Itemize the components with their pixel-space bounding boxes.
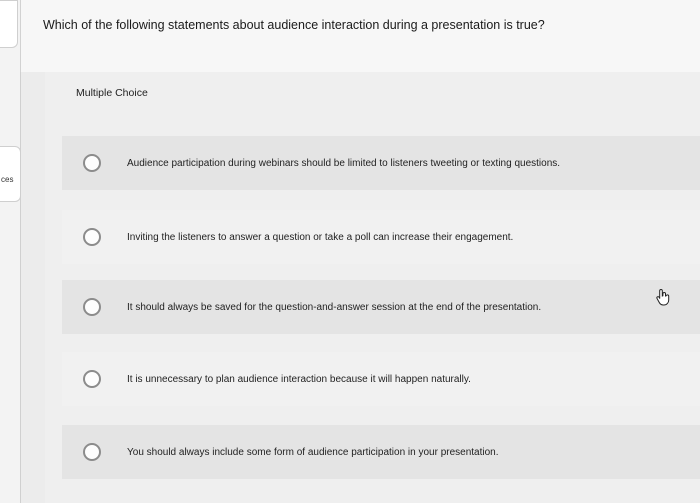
sidebar-tab-label: ces: [1, 175, 14, 184]
radio-unchecked-icon[interactable]: [83, 154, 101, 172]
answer-option-5[interactable]: You should always include some form of a…: [62, 425, 700, 479]
question-text: Which of the following statements about …: [43, 18, 545, 32]
answer-option-label: It is unnecessary to plan audience inter…: [127, 373, 471, 385]
radio-unchecked-icon[interactable]: [83, 298, 101, 316]
answer-option-label: Audience participation during webinars s…: [127, 157, 561, 169]
left-sidebar-strip: ces: [0, 0, 21, 503]
answer-option-label: Inviting the listeners to answer a quest…: [127, 231, 514, 243]
sidebar-tab-top[interactable]: [0, 0, 18, 48]
answer-option-1[interactable]: Audience participation during webinars s…: [62, 136, 700, 190]
answer-option-4[interactable]: It is unnecessary to plan audience inter…: [62, 352, 700, 406]
radio-unchecked-icon[interactable]: [83, 370, 101, 388]
answer-option-label: You should always include some form of a…: [127, 446, 499, 458]
question-panel: [20, 0, 700, 72]
radio-unchecked-icon[interactable]: [83, 228, 101, 246]
answer-option-label: It should always be saved for the questi…: [127, 301, 542, 313]
sidebar-tab-references[interactable]: ces: [0, 146, 21, 202]
answer-option-2[interactable]: Inviting the listeners to answer a quest…: [62, 210, 700, 264]
radio-unchecked-icon[interactable]: [83, 443, 101, 461]
answer-option-3[interactable]: It should always be saved for the questi…: [62, 280, 700, 334]
question-type-label: Multiple Choice: [76, 87, 148, 99]
pointer-hand-icon: [656, 288, 670, 306]
